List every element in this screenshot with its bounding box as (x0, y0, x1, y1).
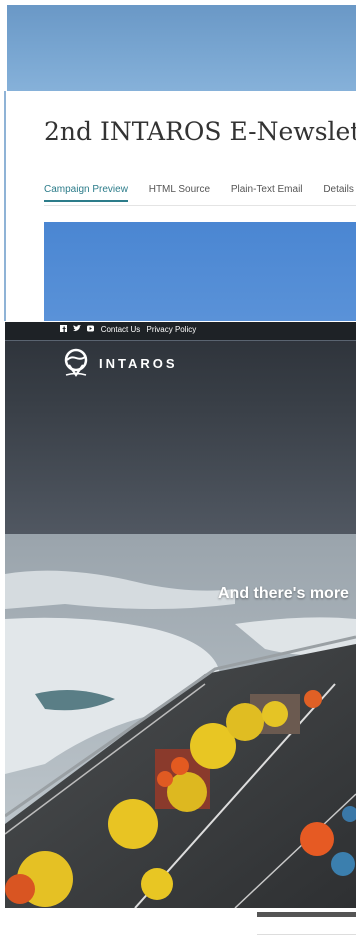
tab-plain-text-email[interactable]: Plain-Text Email (231, 184, 303, 200)
tab-html-source[interactable]: HTML Source (149, 184, 210, 200)
footer-divider (257, 934, 356, 935)
footer-bar (257, 912, 356, 917)
tabs-divider (44, 205, 356, 206)
facebook-icon[interactable] (60, 325, 69, 334)
youtube-icon[interactable] (87, 325, 96, 334)
tab-details[interactable]: Details (323, 184, 354, 200)
preview-banner-image (44, 222, 356, 321)
tab-campaign-preview[interactable]: Campaign Preview (44, 184, 128, 202)
hero-headline: And there's more (218, 585, 349, 602)
contact-us-link[interactable]: Contact Us (101, 325, 141, 334)
newsletter-preview: Contact Us Privacy Policy INTAROS And th… (5, 322, 356, 908)
twitter-icon[interactable] (73, 325, 83, 334)
globe-pin-icon (64, 348, 88, 377)
page-title: 2nd INTAROS E-Newsletter (44, 117, 356, 146)
intaros-logo[interactable]: INTAROS (61, 348, 178, 378)
newsletter-topbar: Contact Us Privacy Policy (5, 322, 356, 341)
campaign-tabs: Campaign Preview HTML Source Plain-Text … (44, 184, 356, 206)
top-sky-image (7, 5, 356, 91)
brand-name: INTAROS (99, 355, 178, 371)
campaign-panel: 2nd INTAROS E-Newsletter Campaign Previe… (4, 91, 356, 321)
privacy-policy-link[interactable]: Privacy Policy (147, 325, 197, 334)
